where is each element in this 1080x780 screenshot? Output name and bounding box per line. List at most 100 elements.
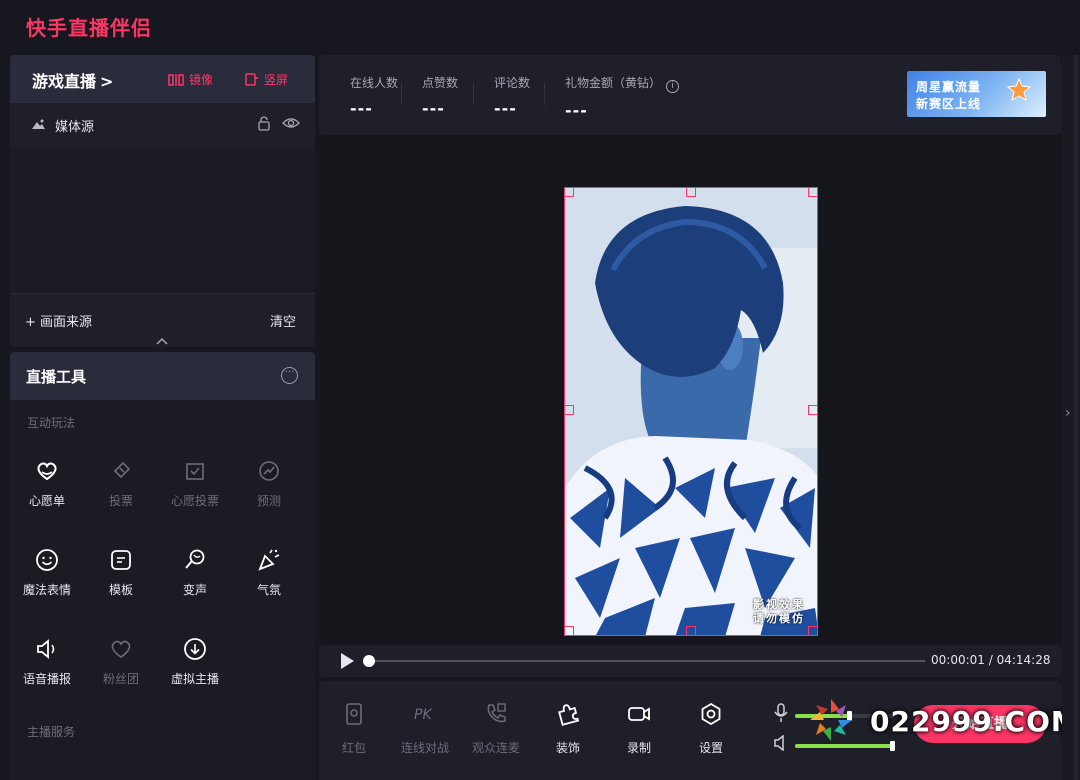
chevron-right-icon: > [100, 72, 114, 91]
resize-handle[interactable] [808, 626, 818, 636]
mirror-icon [168, 73, 184, 86]
portrait-button[interactable]: 竖屏 [245, 71, 288, 88]
tool-predict[interactable]: 预测 [232, 458, 306, 528]
scrollbar[interactable] [1074, 55, 1078, 780]
tool-label: 粉丝团 [102, 672, 139, 686]
portrait-screen-icon [245, 73, 258, 86]
more-icon[interactable]: ··· [281, 367, 298, 384]
tool-wishlist[interactable]: 心愿单 [10, 458, 84, 528]
video-watermark-line1: 影视效果 [753, 598, 805, 611]
download-circle-icon [184, 638, 206, 660]
tool-wish-vote[interactable]: 心愿投票 [158, 458, 232, 528]
promo-banner[interactable]: 周星赢流量 新赛区上线 [907, 71, 1046, 117]
video-source-frame[interactable]: 影视效果 请勿模仿 [564, 187, 818, 636]
stat-online: 在线人数 --- [350, 74, 398, 118]
resize-handle[interactable] [686, 187, 696, 197]
speaker-icon [37, 639, 55, 659]
play-icon[interactable] [341, 653, 354, 669]
bottom-toolbar: 红包 PK 连线对战 观众连麦 装饰 录制 设置 开始直播 022999.COM [319, 681, 1079, 780]
eye-icon[interactable] [282, 115, 300, 131]
heart-icon [37, 462, 57, 481]
tool-label: 魔法表情 [22, 583, 71, 597]
speaker-volume-knob[interactable] [890, 741, 895, 751]
tool-label: 心愿投票 [170, 494, 219, 508]
playback-bar: 00:00:01 / 04:14:28 [319, 645, 1061, 677]
resize-handle[interactable] [808, 187, 818, 197]
tool-voice-change[interactable]: 变声 [158, 547, 232, 617]
trend-icon [259, 461, 279, 481]
portrait-label: 竖屏 [264, 73, 289, 87]
banner-line1: 周星赢流量 [916, 80, 982, 94]
watermark-logo [810, 699, 852, 741]
divider [401, 83, 402, 105]
live-tools-panel: 直播工具 ··· 互动玩法 心愿单 投票 心愿投票 预测 魔法表情 模板 变声 … [10, 352, 315, 780]
pk-battle-button[interactable]: PK 连线对战 [390, 701, 460, 756]
stat-gifts-value: --- [565, 101, 588, 120]
sources-panel: 游戏直播 > 镜像 竖屏 媒体源 + 画面来源 清空 [10, 55, 315, 347]
app-title: 快手直播伴侣 [26, 16, 152, 40]
tool-label: 预测 [256, 494, 281, 508]
mirror-button[interactable]: 镜像 [168, 71, 213, 88]
lock-icon[interactable] [256, 115, 272, 131]
stat-likes: 点赞数 --- [422, 74, 458, 118]
resize-handle[interactable] [564, 405, 574, 415]
tool-label: 气氛 [256, 583, 281, 597]
seek-knob[interactable] [363, 655, 375, 667]
right-collapse-strip: › [1062, 55, 1080, 780]
ticket-icon [113, 461, 131, 479]
tool-magic-emoji[interactable]: 魔法表情 [10, 547, 84, 617]
decoration-button[interactable]: 装饰 [533, 701, 603, 756]
video-frame-image [565, 188, 817, 635]
decoration-label: 装饰 [555, 741, 580, 755]
party-popper-icon [258, 549, 280, 571]
microphone-icon[interactable] [773, 703, 789, 723]
seek-track[interactable] [367, 660, 925, 662]
pk-battle-label: 连线对战 [400, 741, 449, 755]
source-item[interactable]: 媒体源 [10, 103, 315, 147]
fan-heart-icon [111, 640, 131, 658]
pk-icon: PK [414, 707, 433, 723]
red-packet-button[interactable]: 红包 [319, 701, 389, 756]
divider [544, 83, 545, 105]
tool-label: 模板 [108, 583, 133, 597]
live-mode-selector[interactable]: 游戏直播 > [32, 68, 113, 92]
image-icon [32, 119, 45, 129]
puzzle-icon [558, 704, 580, 726]
video-camera-icon [628, 707, 650, 721]
audience-mic-button[interactable]: 观众连麦 [461, 701, 531, 756]
audience-mic-label: 观众连麦 [471, 741, 520, 755]
video-watermark: 影视效果 请勿模仿 [753, 598, 805, 626]
resize-handle[interactable] [564, 187, 574, 197]
tool-label: 投票 [108, 494, 133, 508]
add-source-button[interactable]: + 画面来源 [25, 311, 92, 330]
tool-vote[interactable]: 投票 [84, 458, 158, 528]
speaker-volume-icon[interactable] [773, 735, 789, 751]
chevron-right-icon[interactable]: › [1065, 405, 1071, 421]
section-anchor-service: 主播服务 [27, 725, 76, 739]
clear-sources-button[interactable]: 清空 [270, 311, 296, 330]
resize-handle[interactable] [564, 626, 574, 636]
gear-icon [701, 702, 721, 726]
svg-text:PK: PK [414, 707, 433, 723]
mirror-label: 镜像 [189, 73, 214, 87]
section-interactive: 互动玩法 [27, 416, 76, 430]
tool-fan-club[interactable]: 粉丝团 [84, 636, 158, 706]
settings-button[interactable]: 设置 [676, 701, 746, 756]
chevron-up-icon[interactable] [155, 336, 169, 346]
source-list-area [10, 147, 315, 293]
resize-handle[interactable] [686, 626, 696, 636]
tool-voice-broadcast[interactable]: 语音播报 [10, 636, 84, 706]
live-mode-label: 游戏直播 [32, 72, 97, 91]
record-label: 录制 [626, 741, 651, 755]
resize-handle[interactable] [808, 405, 818, 415]
record-button[interactable]: 录制 [604, 701, 674, 756]
tool-virtual-anchor[interactable]: 虚拟主播 [158, 636, 232, 706]
video-watermark-line2: 请勿模仿 [753, 612, 805, 625]
tool-template[interactable]: 模板 [84, 547, 158, 617]
stat-comments: 评论数 --- [494, 74, 530, 118]
divider [473, 83, 474, 105]
sources-header: 游戏直播 > 镜像 竖屏 [10, 55, 315, 103]
info-icon[interactable]: i [666, 80, 680, 93]
stat-likes-label: 点赞数 [422, 76, 459, 90]
tool-atmosphere[interactable]: 气氛 [232, 547, 306, 617]
